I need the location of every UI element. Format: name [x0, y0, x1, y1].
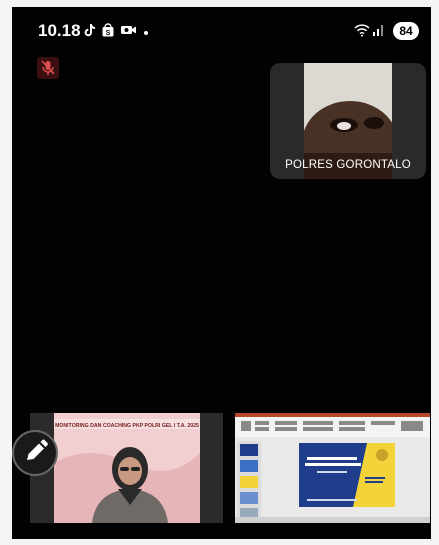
mic-off-icon — [41, 60, 55, 75]
signal-icon — [373, 25, 383, 36]
pencil-icon — [27, 439, 48, 460]
shared-screen-video — [235, 413, 430, 523]
presenter-video: MONITORING DAN COACHING PKP POLRI GEL I … — [30, 413, 223, 523]
annotate-button[interactable] — [12, 430, 58, 476]
status-dot — [144, 31, 148, 35]
participant-name: POLRES GORONTALO — [285, 159, 411, 171]
presenter-banner-text: MONITORING DAN COACHING PKP POLRI GEL I … — [55, 423, 199, 429]
status-time: 10.18 — [38, 21, 81, 40]
call-screen: 10.18 S 84 POLRES GORONTALO MONITORING D… — [12, 7, 431, 539]
participant-tile-self[interactable]: POLRES GORONTALO — [270, 63, 426, 179]
svg-text:S: S — [106, 30, 111, 37]
shopee-bag-icon: S — [102, 23, 114, 37]
participant-tile-presenter[interactable]: MONITORING DAN COACHING PKP POLRI GEL I … — [30, 413, 223, 523]
participant-tile-screenshare[interactable] — [235, 413, 430, 523]
mic-muted-indicator[interactable] — [37, 57, 59, 79]
wifi-icon — [354, 24, 370, 37]
status-bar: 10.18 S 84 — [12, 7, 431, 47]
video-camera-icon — [121, 26, 136, 34]
tiktok-icon — [84, 24, 95, 37]
battery-indicator: 84 — [393, 22, 419, 40]
